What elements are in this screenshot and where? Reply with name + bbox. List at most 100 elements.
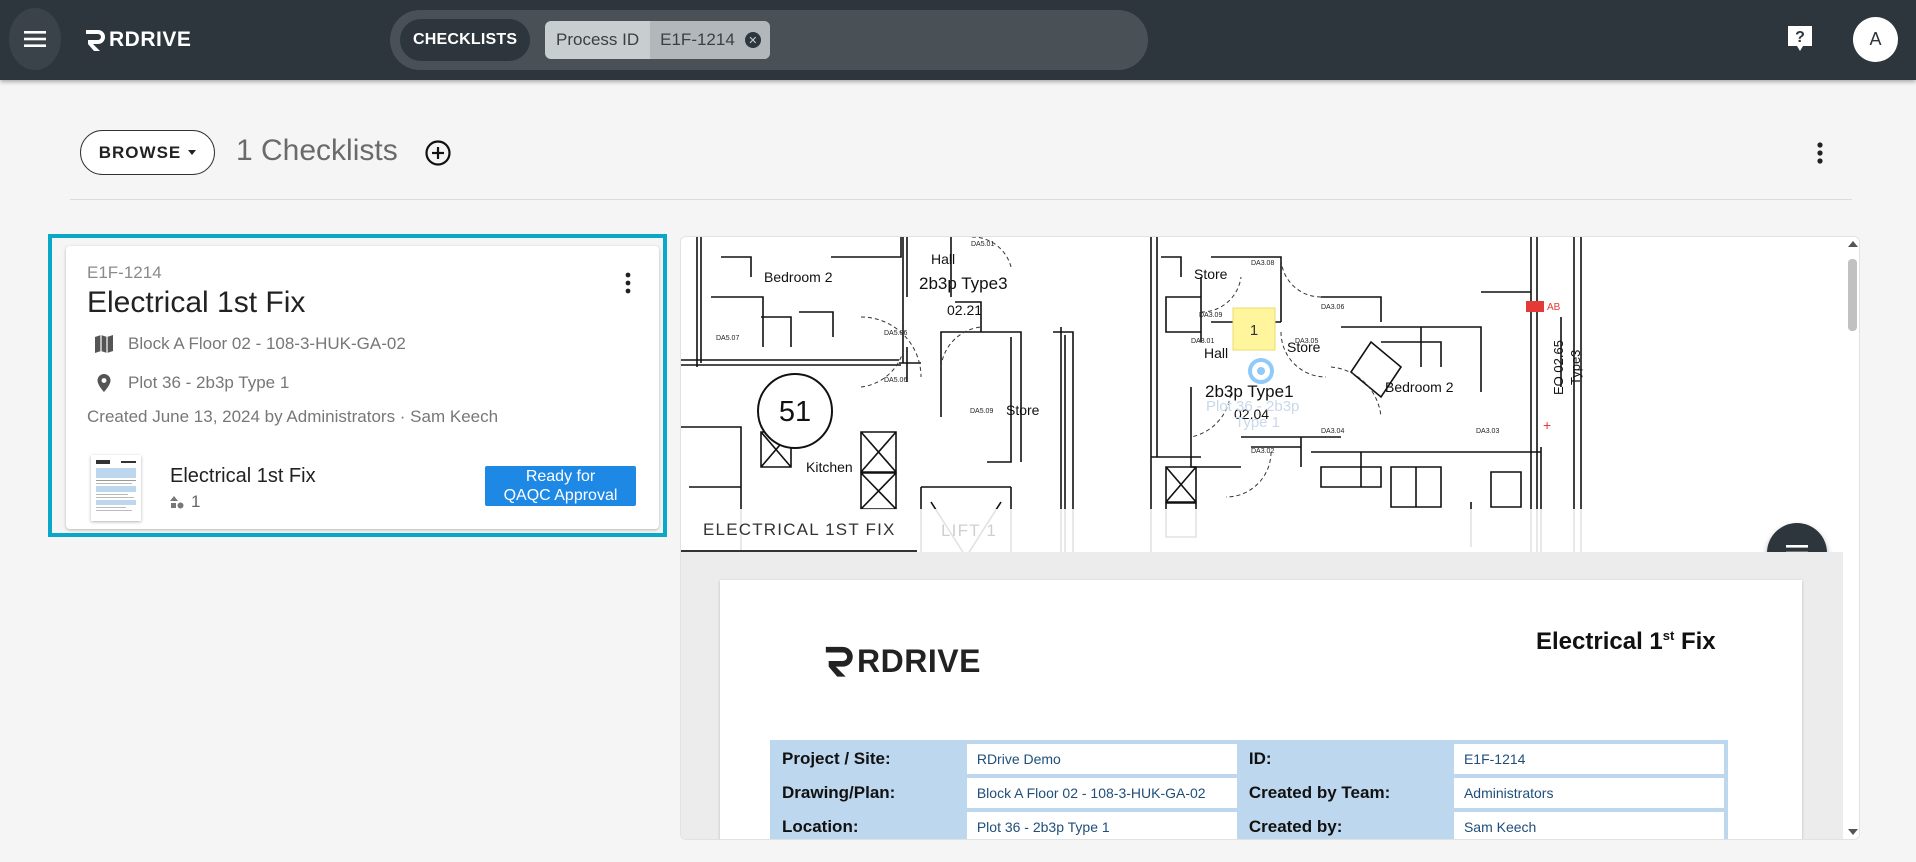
tab-lift-1[interactable]: LIFT 1	[941, 509, 1021, 552]
map-icon	[95, 335, 113, 353]
table-value: Plot 36 - 2b3p Type 1	[964, 810, 1239, 839]
status-line-2: QAQC Approval	[503, 487, 618, 504]
plan-label-store-left: Store	[1006, 402, 1040, 418]
checklist-card-selected[interactable]: E1F-1214 Electrical 1st Fix Block A Floo…	[48, 234, 667, 537]
scope-chip-checklists[interactable]: CHECKLISTS	[400, 19, 531, 61]
floor-plan-viewer[interactable]: Bedroom 2 Hall 2b3p Type3 02.21 Kitchen …	[681, 237, 1843, 552]
tab-electrical-1st-fix[interactable]: ELECTRICAL 1ST FIX	[681, 509, 917, 552]
filter-value: E1F-1214	[660, 30, 735, 49]
plan-label-plot-no: 51	[779, 396, 811, 428]
form-name[interactable]: Electrical 1st Fix	[170, 465, 316, 488]
shapes-icon	[170, 495, 184, 508]
document-logo: RDRIVE	[823, 638, 981, 684]
card-more-vert-icon[interactable]	[620, 271, 636, 295]
form-count-value: 1	[191, 492, 201, 511]
svg-text:DA5.06: DA5.06	[884, 330, 907, 337]
plan-label-room-left: 02.21	[947, 302, 982, 318]
header-divider	[70, 199, 1852, 200]
rdrive-logo-icon	[86, 30, 105, 51]
checklist-preview-pane[interactable]: Bedroom 2 Hall 2b3p Type3 02.21 Kitchen …	[680, 236, 1860, 840]
drawing-label: Block A Floor 02 - 108-3-HUK-GA-02	[128, 334, 406, 353]
brand-logo[interactable]: RDRIVE	[84, 24, 191, 56]
document-title: Electrical 1st Fix	[1536, 628, 1716, 655]
browse-label: BROWSE	[98, 142, 182, 162]
floor-plan-drawing: Bedroom 2 Hall 2b3p Type3 02.21 Kitchen …	[681, 237, 1583, 552]
plan-tabs: ELECTRICAL 1ST FIX LIFT 1	[681, 509, 1843, 552]
table-label: Created by:	[1248, 817, 1343, 836]
svg-text:DA3.02: DA3.02	[1251, 448, 1274, 455]
drawing-row: Block A Floor 02 - 108-3-HUK-GA-02	[94, 334, 406, 354]
svg-text:DA3.09: DA3.09	[1199, 312, 1222, 319]
help-icon[interactable]: ?	[1786, 24, 1814, 54]
svg-text:DA5.09: DA5.09	[970, 408, 993, 415]
table-row: Project / Site: RDrive Demo ID: E1F-1214	[772, 742, 1726, 776]
plan-label-store-mid: Store	[1194, 266, 1228, 282]
svg-text:DA5.01: DA5.01	[971, 241, 994, 248]
plan-label-hall-right: Hall	[1204, 345, 1228, 361]
scroll-thumb[interactable]	[1848, 259, 1857, 331]
menu-button[interactable]	[9, 8, 61, 70]
document-thumbnail-icon	[96, 460, 136, 511]
svg-text:Plot 36 - 2b3p: Plot 36 - 2b3p	[1206, 398, 1299, 415]
avatar[interactable]: A	[1853, 17, 1898, 62]
table-row: Drawing/Plan: Block A Floor 02 - 108-3-H…	[772, 776, 1726, 810]
table-value: Block A Floor 02 - 108-3-HUK-GA-02	[964, 776, 1239, 810]
svg-text:Type 1: Type 1	[1235, 414, 1280, 431]
checklist-id: E1F-1214	[87, 263, 162, 282]
checklist-title: Electrical 1st Fix	[87, 286, 306, 319]
svg-text:DA3.08: DA3.08	[1251, 260, 1274, 267]
svg-text:DA3.06: DA3.06	[1321, 304, 1344, 311]
plan-label-ab: AB	[1547, 302, 1561, 313]
svg-text:DA5.07: DA5.07	[716, 335, 739, 342]
document-page: RDRIVE Electrical 1st Fix Project / Site…	[720, 580, 1802, 839]
status-line-1: Ready for	[525, 468, 596, 485]
plan-label-eo: EO 02.65	[1551, 340, 1566, 395]
brand-name: RDRIVE	[109, 28, 192, 51]
table-value: E1F-1214	[1451, 742, 1726, 776]
table-label: Drawing/Plan:	[782, 783, 896, 802]
plan-label-hall-left: Hall	[931, 251, 955, 267]
filter-chip-process-id[interactable]: Process ID E1F-1214 ✕	[545, 21, 770, 59]
plan-label-kitchen: Kitchen	[806, 459, 853, 475]
plan-label-bedroom2-left: Bedroom 2	[764, 269, 833, 285]
hamburger-icon	[24, 31, 46, 47]
svg-text:DA3.04: DA3.04	[1321, 428, 1344, 435]
document-brand: RDRIVE	[857, 642, 981, 679]
location-label: Plot 36 - 2b3p Type 1	[128, 373, 290, 392]
document-preview-area[interactable]: RDRIVE Electrical 1st Fix Project / Site…	[681, 552, 1843, 839]
table-value: RDrive Demo	[964, 742, 1239, 776]
svg-text:DA3.05: DA3.05	[1295, 338, 1318, 345]
location-pin-icon	[97, 374, 111, 392]
search-bar[interactable]: CHECKLISTS Process ID E1F-1214 ✕	[390, 10, 1148, 70]
scroll-down-icon[interactable]	[1848, 829, 1858, 835]
table-row: Location: Plot 36 - 2b3p Type 1 Created …	[772, 810, 1726, 839]
browse-button[interactable]: BROWSE	[80, 130, 215, 175]
table-value: Sam Keech	[1451, 810, 1726, 839]
pin-number: 1	[1250, 322, 1258, 339]
table-label: Location:	[782, 817, 859, 836]
preview-scrollbar[interactable]	[1844, 237, 1859, 839]
status-badge[interactable]: Ready for QAQC Approval	[485, 466, 636, 506]
table-value: Administrators	[1451, 776, 1726, 810]
filter-value-wrap: E1F-1214 ✕	[650, 21, 770, 59]
scroll-up-icon[interactable]	[1848, 241, 1858, 247]
svg-text:DA3.01: DA3.01	[1191, 338, 1214, 345]
page-title: 1 Checklists	[236, 134, 398, 167]
svg-text:DA5.06: DA5.06	[884, 377, 907, 384]
svg-text:DA3.03: DA3.03	[1476, 428, 1499, 435]
location-row: Plot 36 - 2b3p Type 1	[94, 373, 289, 393]
caret-down-icon	[188, 150, 197, 155]
svg-text:+: +	[1543, 417, 1551, 433]
close-circle-icon[interactable]: ✕	[744, 32, 761, 48]
more-vert-icon[interactable]	[1808, 140, 1832, 166]
plan-label-type-left: 2b3p Type3	[919, 274, 1008, 293]
table-label: ID:	[1248, 749, 1272, 768]
checklist-card[interactable]: E1F-1214 Electrical 1st Fix Block A Floo…	[66, 246, 659, 529]
form-thumbnail[interactable]	[91, 455, 141, 521]
rdrive-logo-icon	[825, 646, 853, 677]
top-app-bar: RDRIVE CHECKLISTS Process ID E1F-1214 ✕ …	[0, 0, 1916, 80]
plan-label-type3: Type3	[1568, 350, 1583, 385]
filter-key: Process ID	[556, 30, 640, 49]
add-circle-icon[interactable]	[424, 139, 452, 167]
table-label: Project / Site:	[782, 749, 891, 768]
